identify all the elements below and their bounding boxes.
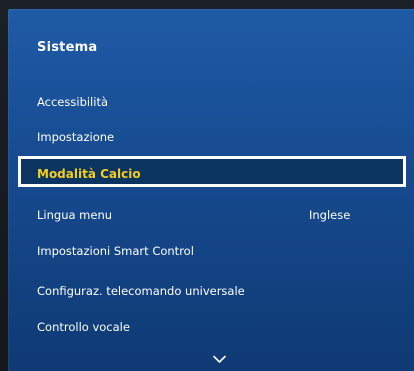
menu-item-configuraz-telecomando[interactable]: Configuraz. telecomando universale	[37, 280, 245, 302]
menu-item-controllo-vocale[interactable]: Controllo vocale	[37, 316, 130, 338]
menu-item-impostazioni-smart-control[interactable]: Impostazioni Smart Control	[37, 240, 194, 262]
menu-item-label: Modalità Calcio	[37, 167, 141, 181]
menu-item-label: Configuraz. telecomando universale	[37, 284, 245, 298]
menu-item-lingua-menu[interactable]: Lingua menu Inglese	[37, 204, 350, 226]
menu-item-label: Lingua menu	[37, 208, 113, 222]
system-menu-panel: Sistema Accessibilità Impostazione Modal…	[8, 9, 414, 371]
panel-title: Sistema	[37, 40, 98, 55]
menu-item-accessibilita[interactable]: Accessibilità	[37, 91, 108, 113]
menu-item-value: Inglese	[309, 208, 351, 222]
menu-item-label: Impostazioni Smart Control	[37, 244, 194, 258]
menu-item-impostazione[interactable]: Impostazione	[37, 126, 114, 148]
chevron-down-icon[interactable]	[213, 355, 226, 364]
tv-screen: Sistema Accessibilità Impostazione Modal…	[0, 0, 414, 371]
menu-item-label: Controllo vocale	[37, 320, 130, 334]
menu-item-label: Accessibilità	[37, 95, 109, 109]
menu-item-modalita-calcio[interactable]: Modalità Calcio	[18, 156, 406, 187]
menu-item-label: Impostazione	[37, 130, 115, 144]
